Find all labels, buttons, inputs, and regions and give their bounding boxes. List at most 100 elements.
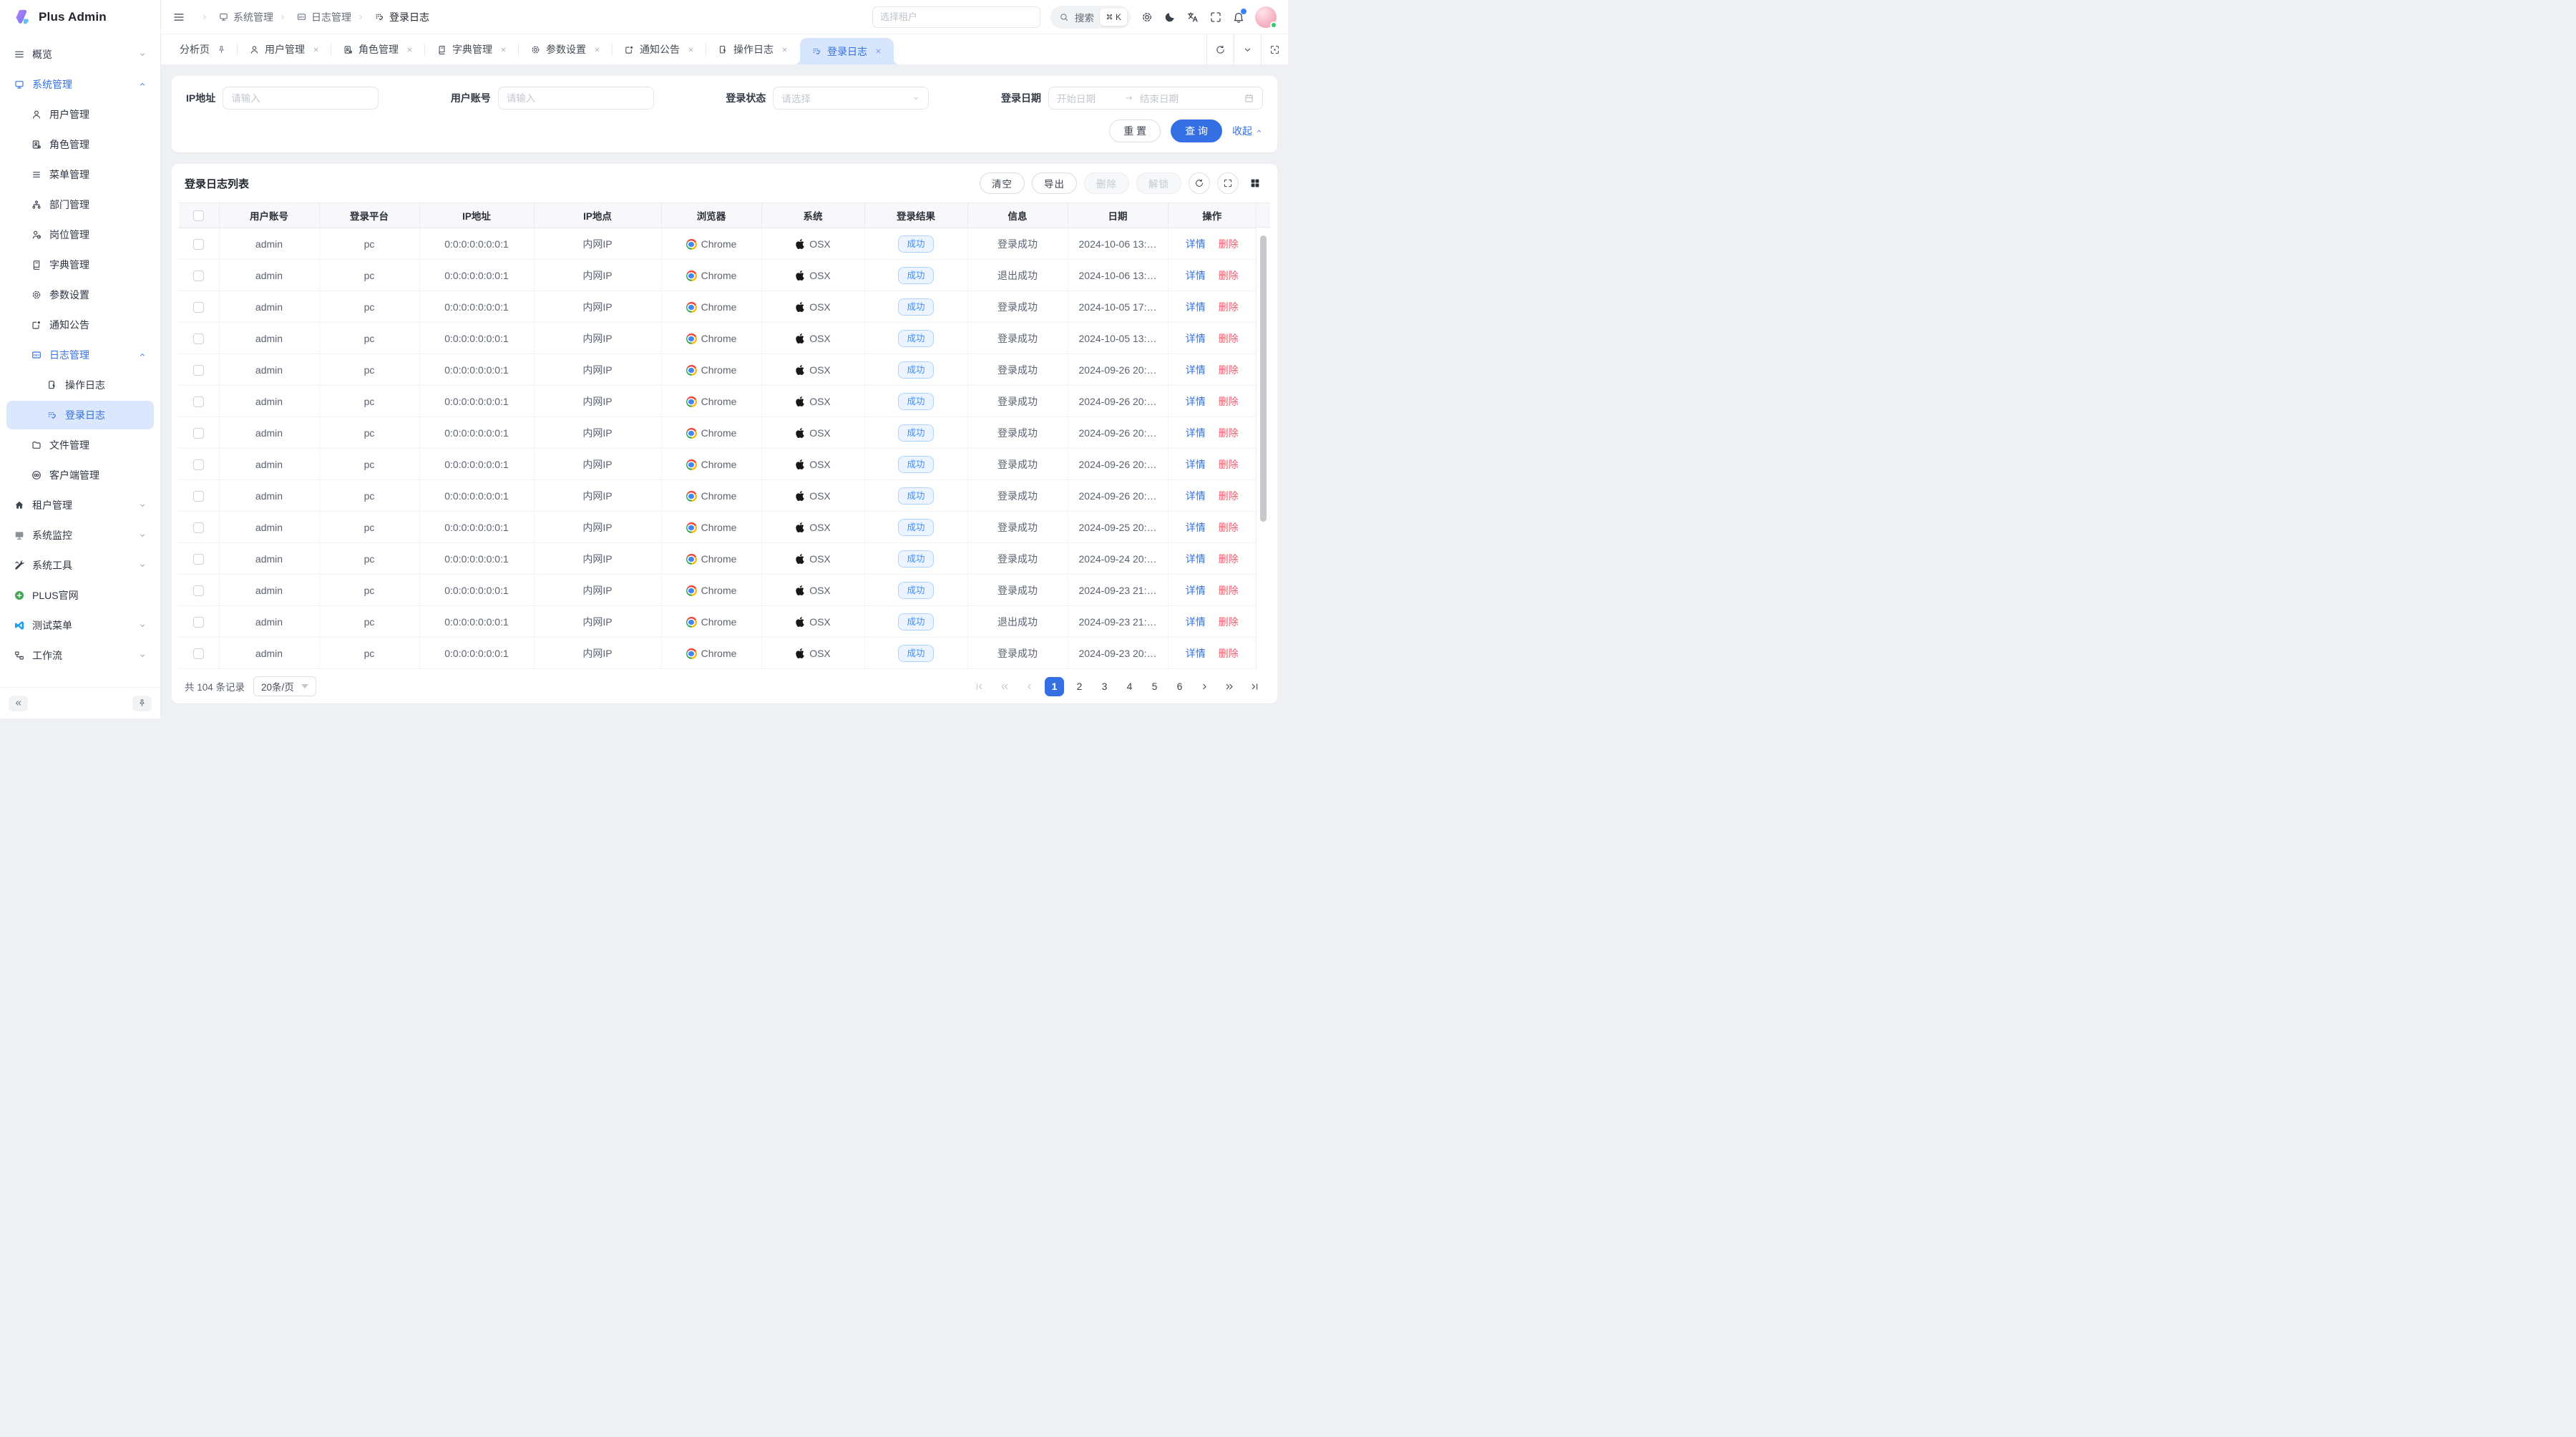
sidebar-item[interactable]: 概览 <box>6 40 154 69</box>
tab-close-icon[interactable] <box>781 46 789 54</box>
query-button[interactable]: 查 询 <box>1171 120 1222 142</box>
date-range-picker[interactable]: 开始日期 结束日期 <box>1048 87 1263 109</box>
delete-link[interactable]: 删除 <box>1219 459 1239 470</box>
row-checkbox[interactable] <box>193 617 204 628</box>
delete-link[interactable]: 删除 <box>1219 364 1239 376</box>
row-checkbox[interactable] <box>193 491 204 502</box>
first-page-button[interactable] <box>970 677 989 696</box>
sidebar-item[interactable]: 字典管理 <box>6 250 154 279</box>
jump-forward-button[interactable] <box>1220 677 1239 696</box>
sidebar-item[interactable]: 系统工具 <box>6 551 154 580</box>
tabs-fullscreen-button[interactable] <box>1261 34 1288 64</box>
table-refresh-button[interactable] <box>1189 172 1210 194</box>
page-tab[interactable]: 登录日志 <box>800 38 894 64</box>
clear-button[interactable]: 清空 <box>980 172 1025 194</box>
sidebar-item[interactable]: 系统监控 <box>6 521 154 550</box>
delete-link[interactable]: 删除 <box>1219 553 1239 565</box>
detail-link[interactable]: 详情 <box>1186 553 1206 565</box>
tab-close-icon[interactable] <box>406 46 414 54</box>
select-all-checkbox[interactable] <box>193 210 204 221</box>
delete-button[interactable]: 删除 <box>1084 172 1129 194</box>
sidebar-item[interactable]: 工作流 <box>6 641 154 670</box>
detail-link[interactable]: 详情 <box>1186 238 1206 250</box>
row-checkbox[interactable] <box>193 522 204 533</box>
page-tab[interactable]: 通知公告 <box>613 34 706 64</box>
page-number-button[interactable]: 3 <box>1095 677 1114 696</box>
page-tab[interactable]: 操作日志 <box>706 34 800 64</box>
sidebar-item[interactable]: 部门管理 <box>6 190 154 219</box>
row-checkbox[interactable] <box>193 271 204 281</box>
sidebar-item[interactable]: 通知公告 <box>6 311 154 339</box>
tab-close-icon[interactable] <box>499 46 507 54</box>
sidebar-item[interactable]: PLUS官网 <box>6 581 154 610</box>
menu-toggle-icon[interactable] <box>172 11 185 24</box>
tenant-select-input[interactable] <box>872 6 1040 28</box>
row-checkbox[interactable] <box>193 333 204 344</box>
table-expand-button[interactable] <box>1217 172 1239 194</box>
sidebar-item[interactable]: 菜单管理 <box>6 160 154 189</box>
page-tab[interactable]: 分析页 <box>168 34 238 64</box>
page-number-button[interactable]: 1 <box>1045 677 1064 696</box>
tabs-refresh-button[interactable] <box>1206 34 1234 64</box>
collapse-filter-link[interactable]: 收起 <box>1232 124 1263 138</box>
tabs-menu-button[interactable] <box>1234 34 1261 64</box>
page-tab[interactable]: 用户管理 <box>238 34 331 64</box>
row-checkbox[interactable] <box>193 648 204 659</box>
sidebar-item[interactable]: 岗位管理 <box>6 220 154 249</box>
detail-link[interactable]: 详情 <box>1186 616 1206 628</box>
sidebar-item[interactable]: 租户管理 <box>6 491 154 520</box>
delete-link[interactable]: 删除 <box>1219 585 1239 596</box>
delete-link[interactable]: 删除 <box>1219 238 1239 250</box>
jump-back-button[interactable] <box>995 677 1014 696</box>
sidebar-item[interactable]: 测试菜单 <box>6 611 154 640</box>
status-select[interactable]: 请选择 <box>773 87 929 109</box>
row-checkbox[interactable] <box>193 396 204 407</box>
delete-link[interactable]: 删除 <box>1219 333 1239 344</box>
page-size-select[interactable]: 20条/页 <box>253 676 316 696</box>
detail-link[interactable]: 详情 <box>1186 364 1206 376</box>
tab-close-icon[interactable] <box>874 47 882 55</box>
row-checkbox[interactable] <box>193 585 204 596</box>
sidebar-item[interactable]: 日志管理 <box>6 341 154 369</box>
breadcrumb-item[interactable]: 系统管理 <box>195 10 273 24</box>
delete-link[interactable]: 删除 <box>1219 301 1239 313</box>
notifications-button[interactable] <box>1232 11 1245 24</box>
row-checkbox[interactable] <box>193 365 204 376</box>
tab-close-icon[interactable] <box>687 46 695 54</box>
delete-link[interactable]: 删除 <box>1219 427 1239 439</box>
sidebar-item[interactable]: 系统管理 <box>6 70 154 99</box>
page-number-button[interactable]: 5 <box>1145 677 1164 696</box>
last-page-button[interactable] <box>1245 677 1264 696</box>
detail-link[interactable]: 详情 <box>1186 459 1206 470</box>
detail-link[interactable]: 详情 <box>1186 585 1206 596</box>
page-number-button[interactable]: 6 <box>1170 677 1189 696</box>
tab-close-icon[interactable] <box>593 46 601 54</box>
delete-link[interactable]: 删除 <box>1219 270 1239 281</box>
ip-input[interactable] <box>223 87 379 109</box>
page-number-button[interactable]: 2 <box>1070 677 1089 696</box>
row-checkbox[interactable] <box>193 428 204 439</box>
breadcrumb-item[interactable]: 登录日志 <box>351 10 429 24</box>
sidebar-collapse-button[interactable] <box>9 696 28 711</box>
row-checkbox[interactable] <box>193 302 204 313</box>
translate-icon[interactable] <box>1186 11 1199 24</box>
sidebar-item[interactable]: 用户管理 <box>6 100 154 129</box>
export-button[interactable]: 导出 <box>1032 172 1077 194</box>
delete-link[interactable]: 删除 <box>1219 490 1239 502</box>
detail-link[interactable]: 详情 <box>1186 396 1206 407</box>
sidebar-item[interactable]: 角色管理 <box>6 130 154 159</box>
scrollbar-thumb[interactable] <box>1260 235 1267 522</box>
sidebar-item[interactable]: 客户端管理 <box>6 461 154 489</box>
dark-mode-moon-icon[interactable] <box>1163 11 1176 24</box>
sidebar-item[interactable]: 操作日志 <box>6 371 154 399</box>
settings-gear-icon[interactable] <box>1141 11 1153 24</box>
prev-page-button[interactable] <box>1020 677 1039 696</box>
reset-button[interactable]: 重 置 <box>1109 120 1161 142</box>
row-checkbox[interactable] <box>193 459 204 470</box>
detail-link[interactable]: 详情 <box>1186 301 1206 313</box>
delete-link[interactable]: 删除 <box>1219 616 1239 628</box>
tab-close-icon[interactable] <box>312 46 320 54</box>
next-page-button[interactable] <box>1195 677 1214 696</box>
page-number-button[interactable]: 4 <box>1120 677 1139 696</box>
row-checkbox[interactable] <box>193 239 204 250</box>
